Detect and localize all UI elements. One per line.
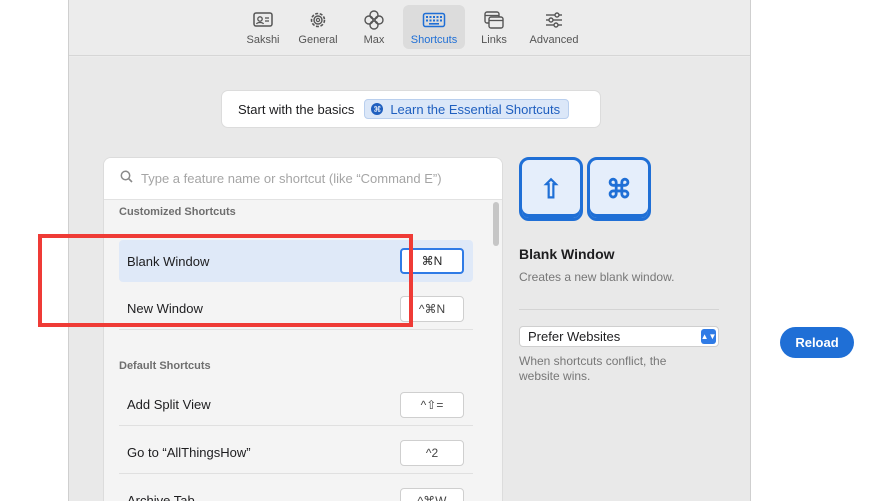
shortcut-key-field[interactable]: ^⌘W bbox=[400, 488, 464, 501]
detail-description: Creates a new blank window. bbox=[519, 270, 675, 284]
shortcut-label: Add Split View bbox=[127, 397, 211, 412]
reload-button[interactable]: Reload bbox=[780, 327, 854, 358]
preferences-toolbar: Sakshi General Max Shortcuts Links Advan… bbox=[69, 0, 750, 56]
clover-icon bbox=[362, 9, 386, 31]
tab-advanced[interactable]: Advanced bbox=[523, 5, 585, 49]
shortcut-row-archive-tab[interactable]: Archive Tab ^⌘W bbox=[119, 480, 473, 501]
shortcut-label: Go to “AllThingsHow” bbox=[127, 445, 251, 460]
shortcut-key-field[interactable]: ⌘N bbox=[400, 248, 464, 274]
tab-general[interactable]: General bbox=[287, 5, 349, 49]
search-input[interactable] bbox=[141, 171, 481, 186]
conflict-hint: When shortcuts conflict, the website win… bbox=[519, 354, 667, 383]
tab-sakshi[interactable]: Sakshi bbox=[232, 5, 294, 49]
select-value: Prefer Websites bbox=[528, 329, 621, 344]
conflict-preference-select[interactable]: Prefer Websites ▲▼ bbox=[519, 326, 719, 347]
shortcut-row-add-split-view[interactable]: Add Split View ^⇧= bbox=[119, 384, 473, 426]
tab-label: Shortcuts bbox=[410, 34, 458, 46]
tab-links[interactable]: Links bbox=[463, 5, 525, 49]
tab-shortcuts[interactable]: Shortcuts bbox=[403, 5, 465, 49]
command-keycap-icon: ⌘ bbox=[587, 157, 651, 221]
detail-title: Blank Window bbox=[519, 246, 615, 262]
shortcut-row-go-to-allthingshow[interactable]: Go to “AllThingsHow” ^2 bbox=[119, 432, 473, 474]
customized-shortcuts-heading: Customized Shortcuts bbox=[119, 206, 236, 218]
basics-banner: Start with the basics ⌘ Learn the Essent… bbox=[222, 91, 600, 127]
learn-essential-shortcuts-button[interactable]: ⌘ Learn the Essential Shortcuts bbox=[364, 99, 570, 119]
shortcut-key-field[interactable]: ^⌘N bbox=[400, 296, 464, 322]
shortcut-key-field[interactable]: ^2 bbox=[400, 440, 464, 466]
select-arrows-icon: ▲▼ bbox=[701, 329, 716, 344]
shortcut-row-blank-window[interactable]: Blank Window ⌘N bbox=[119, 240, 473, 282]
banner-text: Start with the basics bbox=[238, 101, 355, 117]
shift-keycap-icon: ⇧ bbox=[519, 157, 583, 221]
search-icon bbox=[120, 170, 133, 188]
default-shortcuts-heading: Default Shortcuts bbox=[119, 360, 211, 372]
shortcut-key-field[interactable]: ^⇧= bbox=[400, 392, 464, 418]
search-bar bbox=[104, 158, 502, 200]
windows-icon bbox=[482, 9, 506, 31]
shortcuts-pane: Start with the basics ⌘ Learn the Essent… bbox=[69, 57, 750, 501]
shortcuts-list-panel: Customized Shortcuts Blank Window ⌘N New… bbox=[103, 157, 503, 501]
profile-card-icon bbox=[251, 9, 275, 31]
sliders-icon bbox=[542, 9, 566, 31]
shortcut-label: Blank Window bbox=[127, 253, 210, 269]
tab-label: Sakshi bbox=[246, 34, 280, 46]
tab-label: Advanced bbox=[529, 34, 579, 46]
tab-label: Max bbox=[363, 34, 385, 46]
tab-label: Links bbox=[481, 34, 507, 46]
command-icon: ⌘ bbox=[371, 103, 384, 115]
tab-max[interactable]: Max bbox=[343, 5, 405, 49]
gear-icon bbox=[306, 9, 330, 31]
learn-button-label: Learn the Essential Shortcuts bbox=[390, 101, 561, 117]
shortcut-label: New Window bbox=[127, 301, 203, 316]
tab-label: General bbox=[298, 34, 338, 46]
list-scrollbar[interactable] bbox=[493, 202, 499, 246]
shortcut-label: Archive Tab bbox=[127, 493, 195, 501]
preferences-window: Sakshi General Max Shortcuts Links Advan… bbox=[68, 0, 751, 501]
detail-divider bbox=[519, 309, 719, 310]
keyboard-icon bbox=[422, 9, 446, 31]
shortcut-row-new-window[interactable]: New Window ^⌘N bbox=[119, 288, 473, 330]
